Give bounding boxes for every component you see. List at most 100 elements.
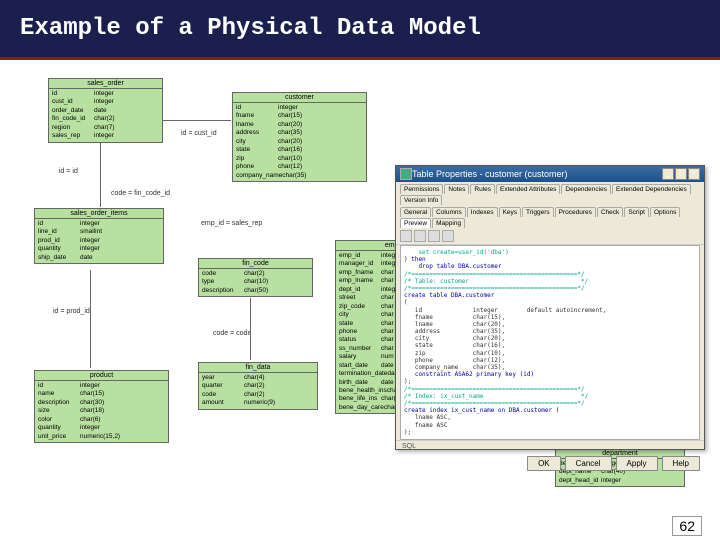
rel-label: code = fin_code_id (110, 190, 171, 197)
entity-column: colorchar(6) (38, 416, 165, 424)
entity-column: amountnumeric(9) (202, 399, 314, 407)
entity-column: descriptionchar(30) (38, 399, 165, 407)
tab-row-2: GeneralColumnsIndexesKeysTriggersProcedu… (396, 205, 704, 228)
tab-options[interactable]: Options (650, 207, 680, 217)
ok-button[interactable]: OK (527, 456, 561, 471)
entity-product[interactable]: product idintegernamechar(15)description… (34, 370, 169, 443)
sql-line: constraint ASA62 primary key (id) (404, 371, 696, 378)
rel-label: id = prod_id (52, 308, 91, 315)
entity-column: phonechar(12) (236, 163, 363, 171)
tab-check[interactable]: Check (597, 207, 623, 217)
entity-column: yearchar(4) (202, 374, 314, 382)
entity-column: quantityinteger (38, 245, 160, 253)
entity-sales-order-items[interactable]: sales_order_items idintegerline_idsmalli… (34, 208, 164, 264)
entity-column: lnamechar(20) (236, 121, 363, 129)
dialog-titlebar[interactable]: Table Properties - customer (customer) _… (396, 166, 704, 182)
rel-label: code = code (212, 330, 252, 337)
tab-extended-attributes[interactable]: Extended Attributes (496, 184, 560, 194)
sql-line: lname char(20), (404, 321, 696, 328)
toolbar-icon[interactable] (400, 230, 412, 242)
dialog-status: SQL (396, 440, 704, 452)
entity-column: prod_idinteger (38, 237, 160, 245)
sql-line: phone char(12), (404, 357, 696, 364)
entity-sales-order[interactable]: sales_order idintegercust_idintegerorder… (48, 78, 163, 143)
dialog-title: Table Properties - customer (customer) (412, 169, 661, 179)
entity-column: sizechar(18) (38, 407, 165, 415)
entity-fin-data[interactable]: fin_data yearchar(4)quarterchar(2)codech… (198, 362, 318, 410)
sql-line: create index ix_cust_name on DBA.custome… (404, 407, 696, 414)
sql-line: /*======================================… (404, 285, 696, 292)
sql-line: /*======================================… (404, 271, 696, 278)
sql-line: id integer default autoincrement, (404, 307, 696, 314)
maximize-button[interactable]: □ (675, 168, 687, 180)
diagram-canvas: sales_order idintegercust_idintegerorder… (0, 60, 720, 540)
entity-column: typechar(10) (202, 278, 309, 286)
tab-permissions[interactable]: Permissions (400, 184, 443, 194)
entity-column: zipchar(10) (236, 155, 363, 163)
entity-column: cust_idinteger (52, 98, 159, 106)
sql-line: ( (404, 299, 696, 306)
tab-row-1: PermissionsNotesRulesExtended Attributes… (396, 182, 704, 205)
dialog-buttons: OK Cancel Apply Help (396, 452, 704, 475)
sql-line: fname ASC (404, 422, 696, 429)
tab-procedures[interactable]: Procedures (555, 207, 596, 217)
tab-keys[interactable]: Keys (499, 207, 521, 217)
sql-line: city char(20), (404, 335, 696, 342)
sql-line: ) then (404, 256, 696, 263)
entity-column: codechar(2) (202, 391, 314, 399)
entity-column: citychar(20) (236, 138, 363, 146)
tab-preview[interactable]: Preview (400, 218, 431, 228)
connector (250, 298, 251, 360)
tab-mapping[interactable]: Mapping (432, 218, 465, 228)
entity-title: sales_order (49, 79, 162, 89)
entity-column: unit_pricenumeric(15,2) (38, 433, 165, 441)
entity-column: company_namechar(35) (236, 172, 363, 180)
rel-label: id = id (58, 168, 79, 175)
table-properties-dialog[interactable]: Table Properties - customer (customer) _… (395, 165, 705, 450)
sql-line: zip char(10), (404, 350, 696, 357)
close-button[interactable]: × (688, 168, 700, 180)
entity-fin-code[interactable]: fin_code codechar(2)typechar(10)descript… (198, 258, 313, 297)
tab-triggers[interactable]: Triggers (522, 207, 554, 217)
entity-column: fin_code_idchar(2) (52, 115, 159, 123)
entity-customer[interactable]: customer idintegerfnamechar(15)lnamechar… (232, 92, 367, 182)
entity-column: namechar(15) (38, 390, 165, 398)
tab-general[interactable]: General (400, 207, 431, 217)
entity-title: customer (233, 93, 366, 103)
entity-title: product (35, 371, 168, 381)
apply-button[interactable]: Apply (616, 456, 658, 471)
tab-script[interactable]: Script (624, 207, 649, 217)
entity-column: idinteger (38, 220, 160, 228)
toolbar-icon[interactable] (414, 230, 426, 242)
toolbar-icon[interactable] (442, 230, 454, 242)
entity-column: sales_repinteger (52, 132, 159, 140)
tab-version-info[interactable]: Version Info (400, 195, 442, 205)
entity-column: fnamechar(15) (236, 112, 363, 120)
toolbar-icon[interactable] (428, 230, 440, 242)
tab-columns[interactable]: Columns (432, 207, 466, 217)
sql-line: company_name char(35), (404, 364, 696, 371)
entity-column: ship_datedate (38, 254, 160, 262)
tab-indexes[interactable]: Indexes (467, 207, 498, 217)
sql-line: state char(16), (404, 342, 696, 349)
entity-column: dept_head_idinteger (559, 477, 681, 485)
minimize-button[interactable]: _ (662, 168, 674, 180)
tab-notes[interactable]: Notes (444, 184, 469, 194)
tab-rules[interactable]: Rules (470, 184, 495, 194)
sql-line: lname ASC, (404, 414, 696, 421)
rel-label: emp_id = sales_rep (200, 220, 263, 227)
help-button[interactable]: Help (662, 456, 700, 471)
entity-column: statechar(16) (236, 146, 363, 154)
tab-dependencies[interactable]: Dependencies (561, 184, 611, 194)
page-number: 62 (672, 516, 702, 536)
entity-column: idinteger (52, 90, 159, 98)
entity-title: fin_data (199, 363, 317, 373)
sql-preview-pane[interactable]: set create=user_id('dba')) then drop tab… (400, 245, 700, 440)
dialog-toolbar (396, 228, 704, 245)
entity-column: descriptionchar(50) (202, 287, 309, 295)
sql-line: drop table DBA.customer (404, 263, 696, 270)
tab-extended-dependencies[interactable]: Extended Dependencies (612, 184, 691, 194)
sql-line: /* Index: ix_cust_name */ (404, 393, 696, 400)
sql-line: /*======================================… (404, 400, 696, 407)
cancel-button[interactable]: Cancel (565, 456, 612, 471)
